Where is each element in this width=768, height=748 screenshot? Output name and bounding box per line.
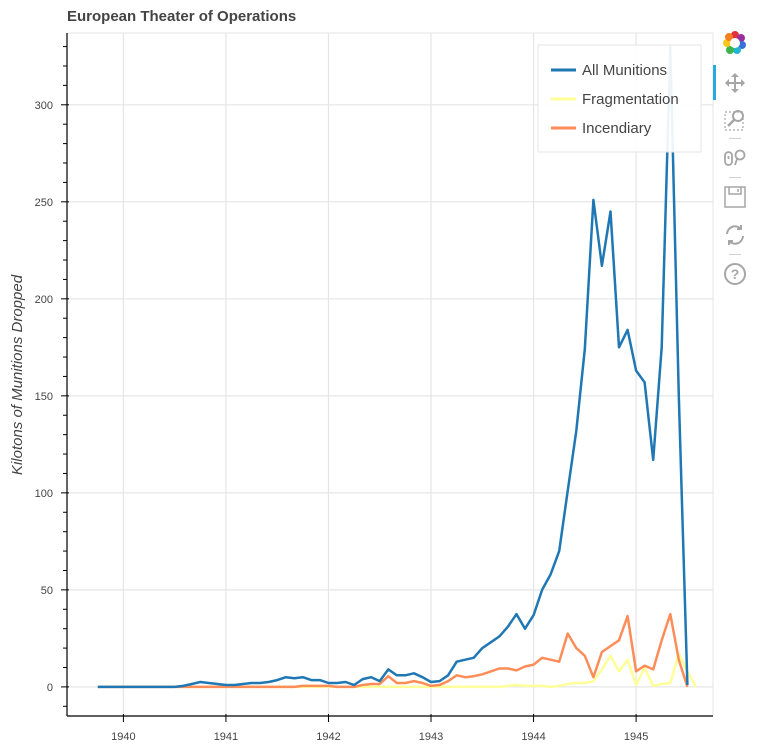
x-tick-label: 1944	[521, 731, 545, 743]
y-tick-label: 0	[47, 682, 53, 694]
y-tick-label: 100	[35, 488, 53, 500]
y-tick-label: 50	[41, 585, 53, 597]
x-tick-label: 1945	[624, 731, 648, 743]
legend-label-incendiary: Incendiary	[582, 120, 652, 137]
legend-label-fragmentation: Fragmentation	[582, 91, 679, 108]
y-axis: 0 50 100 150 200 250 300	[35, 33, 69, 716]
y-tick-label: 200	[35, 294, 53, 306]
y-tick-label: 250	[35, 197, 53, 209]
x-tick-label: 1942	[316, 731, 340, 743]
x-tick-label: 1940	[111, 731, 135, 743]
pan-icon[interactable]	[722, 70, 748, 96]
toolbar-separator	[729, 254, 741, 255]
toolbar-separator	[729, 138, 741, 139]
x-tick-label: 1943	[419, 731, 443, 743]
y-axis-label: Kilotons of Munitions Dropped	[9, 274, 26, 475]
legend-label-all-munitions: All Munitions	[582, 62, 667, 79]
svg-text:?: ?	[731, 266, 740, 282]
wheel-zoom-icon[interactable]	[722, 145, 748, 171]
y-tick-label: 300	[35, 100, 53, 112]
save-icon[interactable]	[722, 184, 748, 210]
reset-icon[interactable]	[722, 222, 748, 248]
x-tick-label: 1941	[214, 731, 238, 743]
x-axis: 1940 1941 1942 1943 1944 1945	[67, 714, 713, 743]
y-tick-label: 150	[35, 391, 53, 403]
active-tool-indicator	[713, 65, 716, 100]
help-icon[interactable]: ?	[722, 261, 748, 287]
legend: All Munitions Fragmentation Incendiary	[537, 44, 702, 153]
bokeh-logo-icon[interactable]	[722, 30, 748, 56]
chart-plot[interactable]: 1940 1941 1942 1943 1944 1945 0 50 100 150 200 250…	[0, 0, 768, 748]
toolbar-separator	[729, 177, 741, 178]
box-zoom-icon[interactable]	[722, 107, 748, 133]
toolbar: ?	[713, 28, 752, 298]
